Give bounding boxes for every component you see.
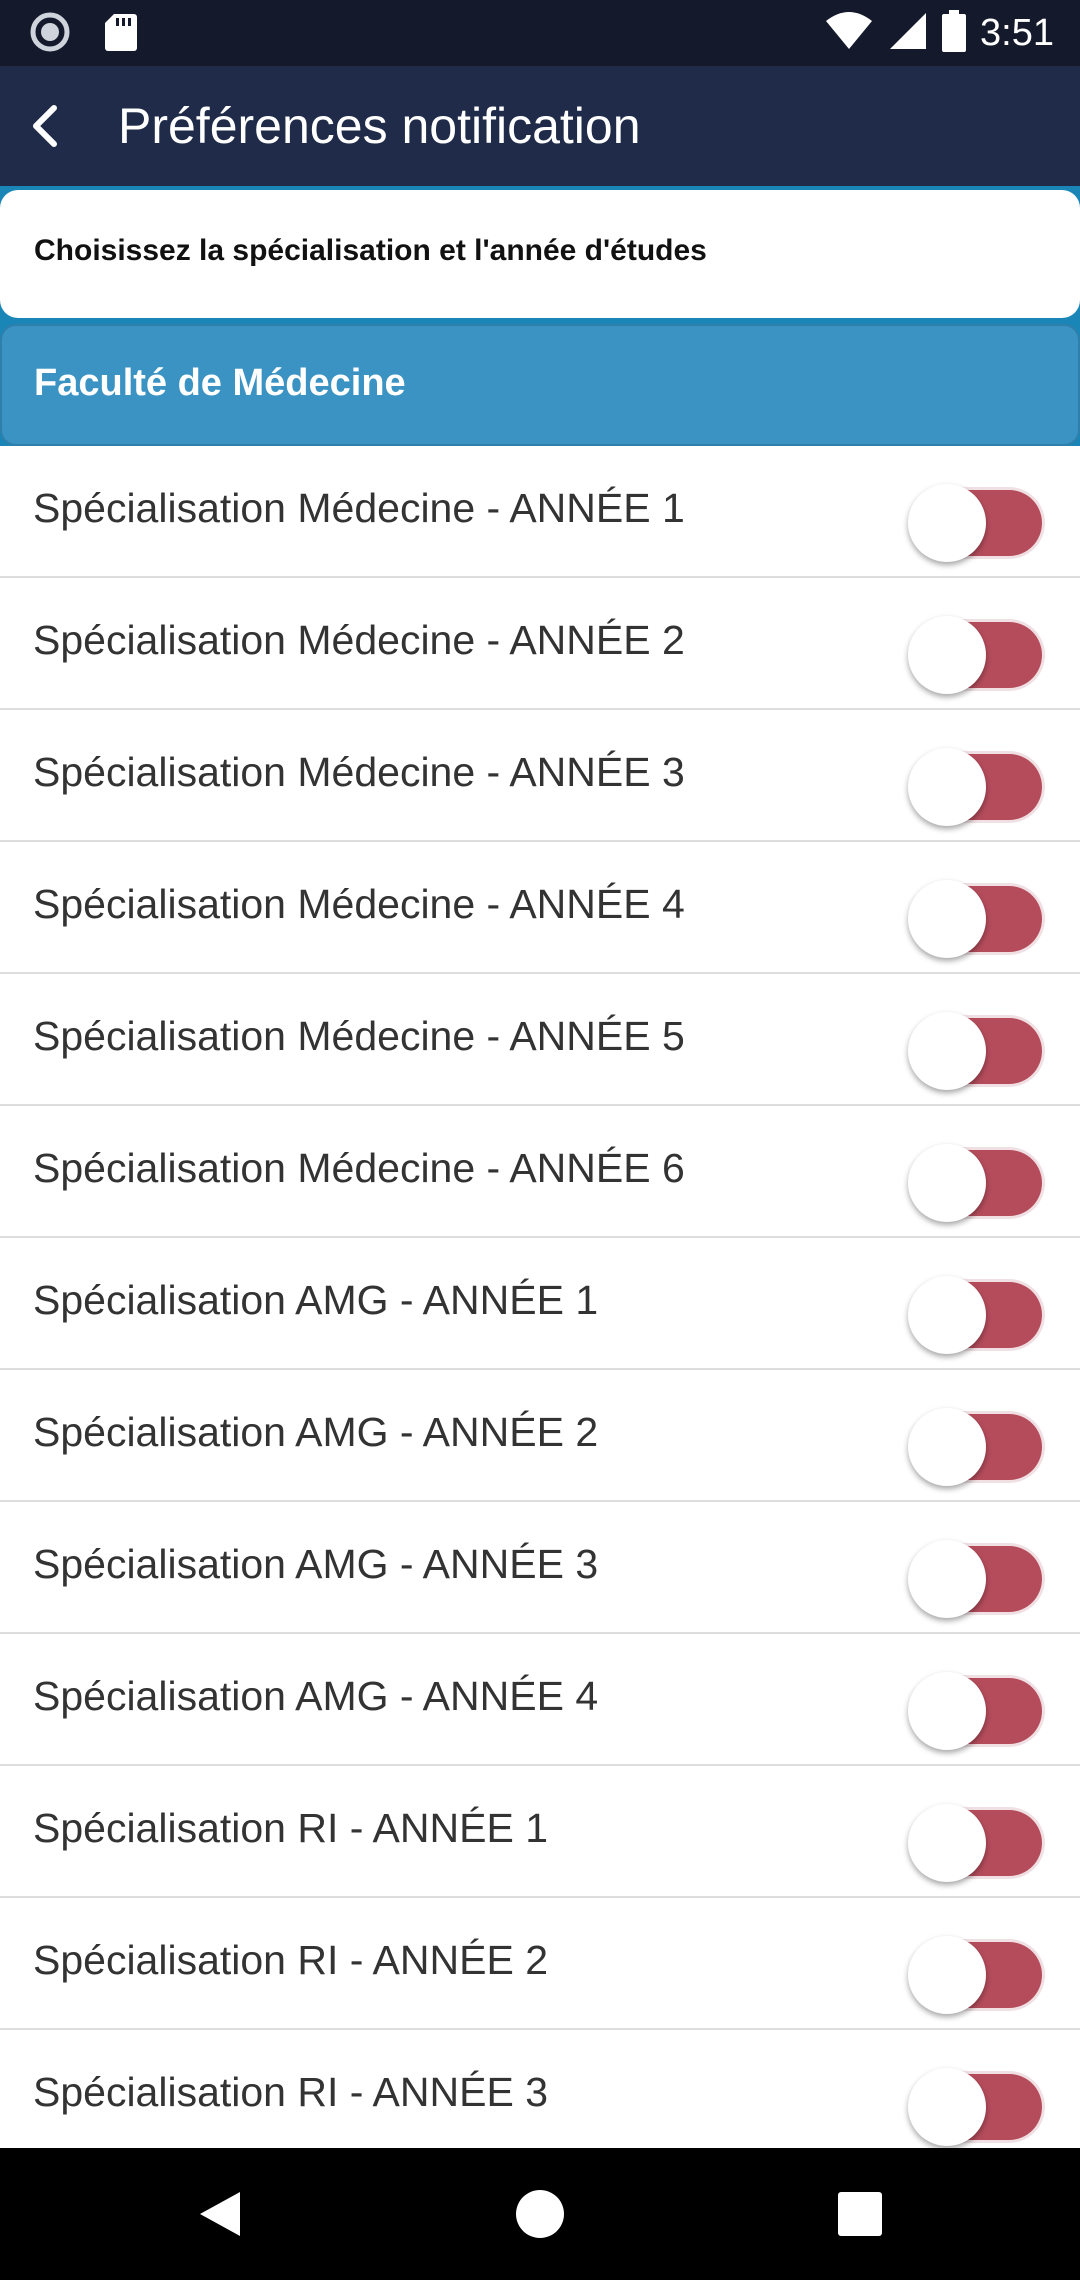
notification-toggle[interactable] xyxy=(908,2068,1044,2146)
toggle-knob xyxy=(908,1276,986,1354)
toggle-knob xyxy=(908,1936,986,2014)
toggle-knob xyxy=(908,616,986,694)
list-item-label: Spécialisation AMG - ANNÉE 1 xyxy=(33,1277,599,1323)
notification-toggle[interactable] xyxy=(908,880,1044,958)
notification-toggle[interactable] xyxy=(908,748,1044,826)
list-item: Spécialisation Médecine - ANNÉE 2 xyxy=(0,578,1080,710)
notification-toggle[interactable] xyxy=(908,1936,1044,2014)
notification-toggle[interactable] xyxy=(908,1408,1044,1486)
list-item-label: Spécialisation AMG - ANNÉE 3 xyxy=(33,1541,599,1587)
signal-icon xyxy=(888,11,928,56)
instruction-card: Choisissez la spécialisation et l'année … xyxy=(0,190,1080,318)
toggle-knob xyxy=(908,1012,986,1090)
list-item-label: Spécialisation RI - ANNÉE 3 xyxy=(33,2069,549,2115)
page-title: Préférences notification xyxy=(118,98,641,154)
status-time: 3:51 xyxy=(980,12,1054,54)
list-item: Spécialisation Médecine - ANNÉE 6 xyxy=(0,1106,1080,1238)
record-icon xyxy=(30,12,70,57)
faculty-header: Faculté de Médecine xyxy=(0,324,1080,446)
list-item-label: Spécialisation Médecine - ANNÉE 4 xyxy=(33,881,685,927)
list-item: Spécialisation Médecine - ANNÉE 5 xyxy=(0,974,1080,1106)
list-item: Spécialisation AMG - ANNÉE 2 xyxy=(0,1370,1080,1502)
list-item-label: Spécialisation RI - ANNÉE 1 xyxy=(33,1805,549,1851)
battery-icon xyxy=(942,9,967,57)
recents-square-icon[interactable] xyxy=(830,2184,890,2244)
instruction-text: Choisissez la spécialisation et l'année … xyxy=(34,234,707,267)
toggle-knob xyxy=(908,1804,986,1882)
sd-card-icon xyxy=(104,12,138,57)
back-triangle-icon[interactable] xyxy=(190,2184,250,2244)
notification-toggle[interactable] xyxy=(908,1672,1044,1750)
list-item-label: Spécialisation AMG - ANNÉE 4 xyxy=(33,1673,599,1719)
list-item: Spécialisation AMG - ANNÉE 4 xyxy=(0,1634,1080,1766)
list-item: Spécialisation Médecine - ANNÉE 1 xyxy=(0,446,1080,578)
toggle-knob xyxy=(908,1408,986,1486)
list-item: Spécialisation Médecine - ANNÉE 4 xyxy=(0,842,1080,974)
status-bar: 3:51 xyxy=(0,0,1080,66)
toggle-knob xyxy=(908,1144,986,1222)
faculty-title: Faculté de Médecine xyxy=(34,362,406,404)
system-nav-bar xyxy=(0,2148,1080,2280)
toggle-knob xyxy=(908,748,986,826)
list-item: Spécialisation AMG - ANNÉE 1 xyxy=(0,1238,1080,1370)
back-arrow-icon[interactable] xyxy=(16,96,76,156)
list-item-label: Spécialisation Médecine - ANNÉE 6 xyxy=(33,1145,685,1191)
notification-toggle[interactable] xyxy=(908,1276,1044,1354)
notification-toggle[interactable] xyxy=(908,1804,1044,1882)
list-item: Spécialisation Médecine - ANNÉE 3 xyxy=(0,710,1080,842)
app-bar: Préférences notification xyxy=(0,66,1080,186)
specialization-list: Spécialisation Médecine - ANNÉE 1 Spécia… xyxy=(0,446,1080,2162)
list-item-label: Spécialisation RI - ANNÉE 2 xyxy=(33,1937,549,1983)
notification-toggle[interactable] xyxy=(908,484,1044,562)
toggle-knob xyxy=(908,484,986,562)
notification-toggle[interactable] xyxy=(908,1540,1044,1618)
list-item: Spécialisation RI - ANNÉE 2 xyxy=(0,1898,1080,2030)
list-item-label: Spécialisation Médecine - ANNÉE 2 xyxy=(33,617,685,663)
notification-toggle[interactable] xyxy=(908,616,1044,694)
wifi-icon xyxy=(824,11,874,56)
toggle-knob xyxy=(908,1540,986,1618)
toggle-knob xyxy=(908,880,986,958)
list-item-label: Spécialisation Médecine - ANNÉE 3 xyxy=(33,749,685,795)
toggle-knob xyxy=(908,2068,986,2146)
notification-toggle[interactable] xyxy=(908,1144,1044,1222)
list-item-label: Spécialisation Médecine - ANNÉE 1 xyxy=(33,485,685,531)
toggle-knob xyxy=(908,1672,986,1750)
notification-toggle[interactable] xyxy=(908,1012,1044,1090)
list-item-label: Spécialisation Médecine - ANNÉE 5 xyxy=(33,1013,685,1059)
list-item: Spécialisation RI - ANNÉE 1 xyxy=(0,1766,1080,1898)
list-item: Spécialisation RI - ANNÉE 3 xyxy=(0,2030,1080,2162)
list-item: Spécialisation AMG - ANNÉE 3 xyxy=(0,1502,1080,1634)
home-circle-icon[interactable] xyxy=(510,2184,570,2244)
list-item-label: Spécialisation AMG - ANNÉE 2 xyxy=(33,1409,599,1455)
